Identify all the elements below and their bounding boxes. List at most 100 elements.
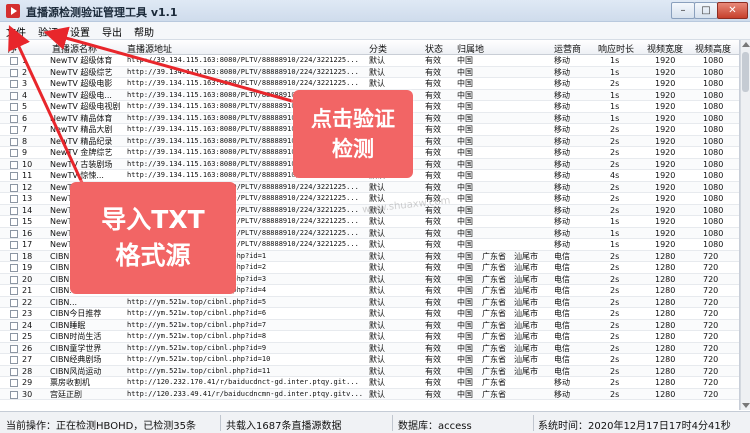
cell-isp: 移动 xyxy=(554,228,570,238)
cell-province: 广东省 xyxy=(482,389,506,399)
table-row[interactable]: 22 CIBN... http://ym.521w.top/cibnl.php?id… xyxy=(0,296,739,308)
cell-category: 默认 xyxy=(369,366,385,376)
cell-city: 汕尾市 xyxy=(514,309,538,318)
vertical-scrollbar[interactable] xyxy=(740,40,750,410)
table-row[interactable]: 28 CIBN风尚运动 http://ym.521w.top/cibnl.php?i… xyxy=(0,365,739,377)
row-checkbox[interactable] xyxy=(10,218,18,226)
row-checkbox[interactable] xyxy=(10,57,18,65)
cell-name: NewTV 精品纪录 xyxy=(50,136,113,146)
table-row[interactable]: 26 CIBN童学世界 http://ym.521w.top/cibnl.php?i… xyxy=(0,342,739,354)
scroll-down-icon[interactable] xyxy=(742,403,750,408)
cell-city: 汕尾市 xyxy=(514,343,538,353)
row-checkbox[interactable] xyxy=(10,310,18,318)
column-header-url[interactable]: 直播源地址 xyxy=(127,42,172,55)
row-checkbox[interactable] xyxy=(10,321,18,330)
row-checkbox[interactable] xyxy=(10,137,18,146)
column-header-isp[interactable]: 运营商 xyxy=(554,42,581,55)
table-row[interactable]: 2 NewTV 超级综艺 http://39.134.115.163:8080/PL… xyxy=(0,66,739,78)
table-row[interactable]: 1 NewTV 超级体育 http://39.134.115.163:8080/PL… xyxy=(0,55,739,67)
cell-response: 2s xyxy=(610,125,620,134)
cell-width: 1920 xyxy=(655,136,676,146)
menu-verify[interactable]: 验证 xyxy=(38,24,58,39)
cell-response: 2s xyxy=(610,159,620,169)
table-row[interactable]: 24 CIBN睡眠 http://ym.521w.top/cibnl.php?id=… xyxy=(0,319,739,331)
cell-status: 有效 xyxy=(425,366,441,376)
row-checkbox[interactable] xyxy=(10,172,18,180)
cell-isp: 移动 xyxy=(554,240,570,249)
cell-city: 汕尾市 xyxy=(514,251,538,261)
cell-category: 默认 xyxy=(369,240,385,249)
cell-index: 17 xyxy=(22,240,33,249)
row-checkbox[interactable] xyxy=(10,160,18,169)
cell-response: 4s xyxy=(610,171,620,180)
row-checkbox[interactable] xyxy=(10,91,18,100)
table-row[interactable]: 30 宫廷正剧 http://120.233.49.41/r/baiducdncmn… xyxy=(0,388,739,400)
cell-location: 中国 xyxy=(457,343,473,353)
cell-name: NewTV 超级电... xyxy=(50,90,112,100)
table-row[interactable]: 23 CIBN今日推荐 http://ym.521w.top/cibnl.php?i… xyxy=(0,308,739,320)
row-checkbox[interactable] xyxy=(10,367,18,376)
menu-help[interactable]: 帮助 xyxy=(134,24,154,39)
column-header-name[interactable]: 直播源名称 xyxy=(52,42,97,55)
row-checkbox[interactable] xyxy=(10,68,18,77)
column-header-status[interactable]: 状态 xyxy=(425,42,443,55)
cell-category: 默认 xyxy=(369,343,385,353)
close-button[interactable]: ✕ xyxy=(717,2,748,19)
cell-index: 20 xyxy=(22,274,33,284)
row-checkbox[interactable] xyxy=(10,80,18,88)
minimize-button[interactable]: – xyxy=(671,2,695,19)
row-checkbox[interactable] xyxy=(10,390,18,399)
cell-isp: 移动 xyxy=(554,67,570,77)
row-checkbox[interactable] xyxy=(10,229,18,238)
menu-settings[interactable]: 设置 xyxy=(70,24,90,39)
row-checkbox[interactable] xyxy=(10,252,18,261)
column-header-height[interactable]: 视频高度 xyxy=(695,42,731,55)
cell-location: 中国 xyxy=(457,182,473,192)
scroll-thumb[interactable] xyxy=(742,52,749,92)
cell-url: http://ym.521w.top/cibnl.php?id=9 xyxy=(127,343,267,352)
cell-isp: 电信 xyxy=(554,355,570,364)
row-checkbox[interactable] xyxy=(10,183,18,192)
row-checkbox[interactable] xyxy=(10,275,18,284)
cell-index: 28 xyxy=(22,366,33,376)
cell-height: 1080 xyxy=(703,102,724,111)
row-checkbox[interactable] xyxy=(10,114,18,123)
row-checkbox[interactable] xyxy=(10,379,18,387)
cell-height: 720 xyxy=(703,263,719,272)
cell-status: 有效 xyxy=(425,378,441,387)
scroll-up-icon[interactable] xyxy=(742,42,750,47)
row-checkbox[interactable] xyxy=(10,206,18,215)
table-row[interactable]: 3 NewTV 超级电影 http://39.134.115.163:8080/PL… xyxy=(0,78,739,90)
row-checkbox[interactable] xyxy=(10,264,18,272)
table-row[interactable]: 25 CIBN时尚生活 http://ym.521w.top/cibnl.php?i… xyxy=(0,331,739,343)
cell-height: 720 xyxy=(703,343,719,353)
cell-province: 广东省 xyxy=(482,378,506,387)
cell-response: 2s xyxy=(610,343,620,353)
row-checkbox[interactable] xyxy=(10,103,18,111)
column-header-width[interactable]: 视频宽度 xyxy=(647,42,683,55)
cell-location: 中国 xyxy=(457,113,473,123)
row-checkbox[interactable] xyxy=(10,287,18,295)
column-header-response[interactable]: 响应时长 xyxy=(598,42,634,55)
row-checkbox[interactable] xyxy=(10,241,18,249)
row-checkbox[interactable] xyxy=(10,356,18,364)
column-header-location[interactable]: 归属地 xyxy=(457,42,484,55)
cell-index: 23 xyxy=(22,309,33,318)
row-checkbox[interactable] xyxy=(10,333,18,341)
table-row[interactable]: 27 CIBN经典剧场 http://ym.521w.top/cibnl.php?i… xyxy=(0,354,739,366)
row-checkbox[interactable] xyxy=(10,298,18,307)
maximize-button[interactable]: □ xyxy=(694,2,718,19)
cell-height: 720 xyxy=(703,366,719,376)
cell-index: 1 xyxy=(22,56,28,65)
row-checkbox[interactable] xyxy=(10,149,18,157)
row-checkbox[interactable] xyxy=(10,344,18,353)
cell-response: 1s xyxy=(610,102,620,111)
column-header-index[interactable]: 序 xyxy=(8,42,17,55)
menu-export[interactable]: 导出 xyxy=(102,24,122,39)
row-checkbox[interactable] xyxy=(10,126,18,134)
column-header-category[interactable]: 分类 xyxy=(369,42,387,55)
cell-city: 汕尾市 xyxy=(514,286,538,295)
menu-file[interactable]: 文件 xyxy=(6,24,26,39)
table-row[interactable]: 29 票房收割机 http://120.232.170.41/r/baiducdnc… xyxy=(0,377,739,389)
row-checkbox[interactable] xyxy=(10,195,18,203)
